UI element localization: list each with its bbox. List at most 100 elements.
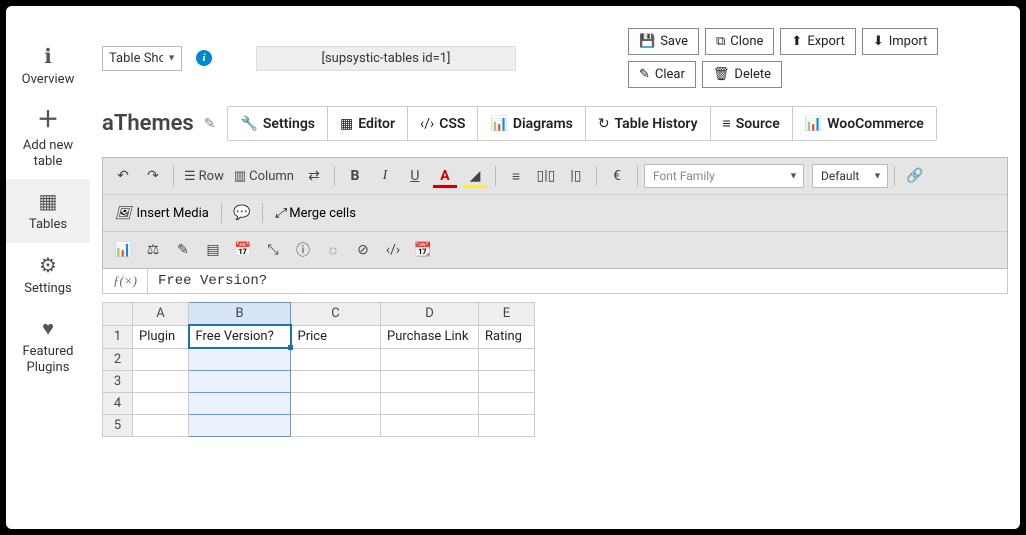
export-button[interactable]: ⬆Export [780,28,855,55]
tool-dashed-icon[interactable]: ◌ [319,236,347,264]
undo-button[interactable]: ↶ [109,162,137,190]
editor-toolbar: ↶ ↷ ☰Row ▥Column ⇄ B I U A ◢ ≡ ▯|▯ |▯ € … [102,157,1008,269]
row-header-5[interactable]: 5 [103,414,133,436]
edit-title-icon[interactable]: ✎ [204,116,216,132]
cell-E1[interactable]: Rating [479,325,535,348]
add-row-button[interactable]: ☰Row [180,162,228,190]
clear-button[interactable]: ✎Clear [628,61,696,88]
eraser-icon: ✎ [639,67,650,82]
cell-D4[interactable] [381,392,479,414]
cell-C1[interactable]: Price [291,325,381,348]
sidebar-item-featured[interactable]: ♥ Featured Plugins [6,306,90,385]
cell-B1[interactable]: Free Version? [189,325,291,348]
cell-C3[interactable] [291,370,381,392]
tab-woo[interactable]: 📊WooCommerce [793,107,936,140]
cell-D2[interactable] [381,348,479,370]
tool-resize-icon[interactable]: ⤡ [259,236,287,264]
tool-edit-icon[interactable]: ✎ [169,236,197,264]
main-panel: Table Sho i [supsystic-tables id=1] 💾Sav… [90,6,1020,529]
font-family-select[interactable]: Font Family [644,164,804,188]
cell-C2[interactable] [291,348,381,370]
clone-button[interactable]: ⧉Clone [705,28,774,55]
row-header-2[interactable]: 2 [103,348,133,370]
tab-editor[interactable]: ▦Editor [328,107,408,140]
italic-button[interactable]: I [371,162,399,190]
cell-B3[interactable] [189,370,291,392]
cell-A2[interactable] [133,348,189,370]
cell-B2[interactable] [189,348,291,370]
fill-color-button[interactable]: ◢ [461,162,489,190]
delete-button[interactable]: 🗑Delete [702,61,782,88]
col-header-A[interactable]: A [133,303,189,326]
info-badge-icon[interactable]: i [196,50,212,66]
formula-input[interactable] [148,269,1007,293]
col-header-D[interactable]: D [381,303,479,326]
link-button[interactable]: 🔗 [901,162,929,190]
sidebar-item-add-table[interactable]: ＋ Add new table [6,98,90,180]
tab-settings[interactable]: 🔧Settings [228,107,328,140]
cell-A4[interactable] [133,392,189,414]
align-right-button[interactable]: |▯ [562,162,590,190]
align-left-button[interactable]: ≡ [502,162,530,190]
corner-cell[interactable] [103,303,133,326]
import-button[interactable]: ⬇Import [862,28,939,55]
cell-E3[interactable] [479,370,535,392]
align-center-button[interactable]: ▯|▯ [532,162,560,190]
tab-css[interactable]: ‹/›CSS [408,107,478,140]
insert-media-button[interactable]: 🖼Insert Media [109,204,215,223]
merge-cells-button[interactable]: ⤢Merge cells [269,204,362,223]
bold-button[interactable]: B [341,162,369,190]
tool-info-icon[interactable]: ⓘ [289,236,317,264]
tool-chart-icon[interactable]: 📊 [109,236,137,264]
cell-B5[interactable] [189,414,291,436]
cell-D1[interactable]: Purchase Link [381,325,479,348]
tab-source[interactable]: ≡Source [711,107,793,140]
columns-icon: ▥ [234,169,246,184]
underline-button[interactable]: U [401,162,429,190]
font-color-button[interactable]: A [431,162,459,190]
cell-E2[interactable] [479,348,535,370]
cell-A1[interactable]: Plugin [133,325,189,348]
history-icon: ↻ [598,116,610,132]
title-bar: aThemes ✎ 🔧Settings ▦Editor ‹/›CSS 📊Diag… [102,106,1008,141]
col-header-E[interactable]: E [479,303,535,326]
add-column-button[interactable]: ▥Column [230,162,298,190]
row-header-3[interactable]: 3 [103,370,133,392]
save-button[interactable]: 💾Save [628,28,699,55]
cell-E4[interactable] [479,392,535,414]
cell-E5[interactable] [479,414,535,436]
tab-diagrams[interactable]: 📊Diagrams [478,107,585,140]
currency-button[interactable]: € [603,162,631,190]
row-header-4[interactable]: 4 [103,392,133,414]
cell-C5[interactable] [291,414,381,436]
cell-A5[interactable] [133,414,189,436]
col-header-C[interactable]: C [291,303,381,326]
tool-date-icon[interactable]: 📆 [409,236,437,264]
col-header-B[interactable]: B [189,303,291,326]
sidebar-item-tables[interactable]: ▦ Tables [6,179,90,243]
sidebar-item-overview[interactable]: ℹ Overview [6,34,90,98]
table-select[interactable]: Table Sho [102,46,182,71]
plus-icon: ＋ [37,108,59,134]
cell-D5[interactable] [381,414,479,436]
cell-C4[interactable] [291,392,381,414]
swap-button[interactable]: ⇄ [300,162,328,190]
tool-scale-icon[interactable]: ⚖ [139,236,167,264]
tabs: 🔧Settings ▦Editor ‹/›CSS 📊Diagrams ↻Tabl… [227,106,936,141]
fx-label: ƒ(×) [103,269,148,293]
cell-A3[interactable] [133,370,189,392]
tool-list-icon[interactable]: ▤ [199,236,227,264]
spreadsheet[interactable]: ABCDE 1PluginFree Version?PricePurchase L… [102,302,535,437]
tab-history[interactable]: ↻Table History [586,107,711,140]
sidebar-item-settings[interactable]: ⚙ Settings [6,243,90,307]
cell-D3[interactable] [381,370,479,392]
row-header-1[interactable]: 1 [103,325,133,348]
tool-calendar-icon[interactable]: 📅 [229,236,257,264]
tool-block-icon[interactable]: ⊘ [349,236,377,264]
tool-html-icon[interactable]: ‹/› [379,236,407,264]
font-size-select[interactable]: Default [812,164,888,188]
cell-B4[interactable] [189,392,291,414]
shortcode-display[interactable]: [supsystic-tables id=1] [256,46,516,71]
redo-button[interactable]: ↷ [139,162,167,190]
comment-button[interactable]: 💬 [228,199,256,227]
